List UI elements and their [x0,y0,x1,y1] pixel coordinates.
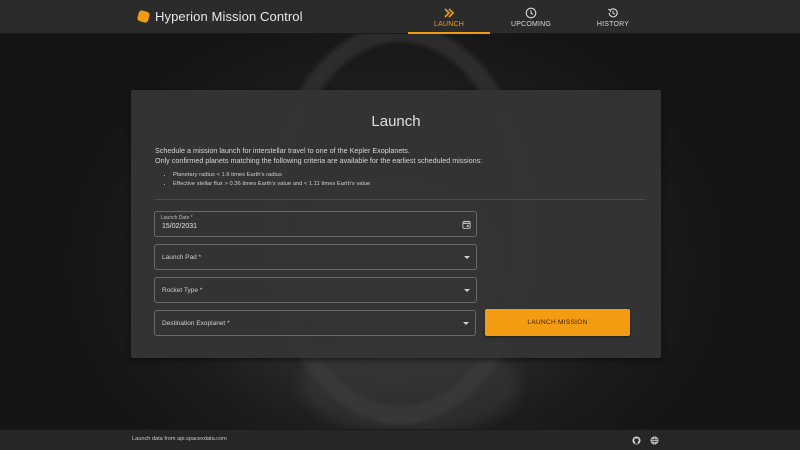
rocket-type-select[interactable]: Rocket Type * [154,277,477,303]
footer-credit: Launch data from api.spacexdata.com [132,436,227,442]
double-chevron-right-icon [444,7,455,18]
intro-line-2: Only confirmed planets matching the foll… [155,156,483,165]
launch-pad-label: Launch Pad * [162,254,202,261]
criteria-item: Planetary radius < 1.6 times Earth's rad… [173,171,370,180]
page-title: Launch [371,113,421,130]
rocket-type-label: Rocket Type * [162,287,203,294]
tab-history-label: HISTORY [596,20,630,28]
launch-date-label: Launch Date * [161,215,193,221]
intro-text: Schedule a mission launch for interstell… [155,146,635,166]
criteria-item: Effective stellar flux > 0.36 times Eart… [173,180,370,189]
tab-launch-label: LAUNCH [434,20,464,28]
chevron-down-icon [463,322,469,325]
tab-upcoming-label: UPCOMING [510,20,552,28]
launch-mission-button[interactable]: LAUNCH MISSION [485,309,630,336]
brand[interactable]: Hyperion Mission Control [136,9,303,24]
hyperion-logo-icon [136,9,151,24]
destination-exoplanet-label: Destination Exoplanet * [162,320,230,327]
chevron-down-icon [464,256,470,259]
globe-icon[interactable] [650,436,659,445]
intro-line-1: Schedule a mission launch for interstell… [155,146,410,155]
launch-date-field[interactable]: Launch Date * 15/02/2031 [154,211,477,237]
history-icon [608,7,618,17]
launch-date-value: 15/02/2031 [162,223,198,230]
tab-launch[interactable]: LAUNCH [408,0,490,34]
divider [155,199,645,200]
calendar-icon[interactable] [462,220,471,229]
top-bar: Hyperion Mission Control LAUNCH UPCOMING… [0,0,800,34]
destination-exoplanet-select[interactable]: Destination Exoplanet * [154,310,476,336]
footer: Launch data from api.spacexdata.com [0,429,800,450]
clock-icon [525,7,537,18]
github-icon[interactable] [632,436,641,445]
launch-pad-select[interactable]: Launch Pad * [154,244,477,270]
tab-upcoming[interactable]: UPCOMING [490,0,572,34]
criteria-list: Planetary radius < 1.6 times Earth's rad… [167,171,370,189]
tab-history[interactable]: HISTORY [572,0,654,34]
chevron-down-icon [464,289,470,292]
launch-card: Launch Schedule a mission launch for int… [131,90,661,358]
app-title: Hyperion Mission Control [155,9,303,24]
